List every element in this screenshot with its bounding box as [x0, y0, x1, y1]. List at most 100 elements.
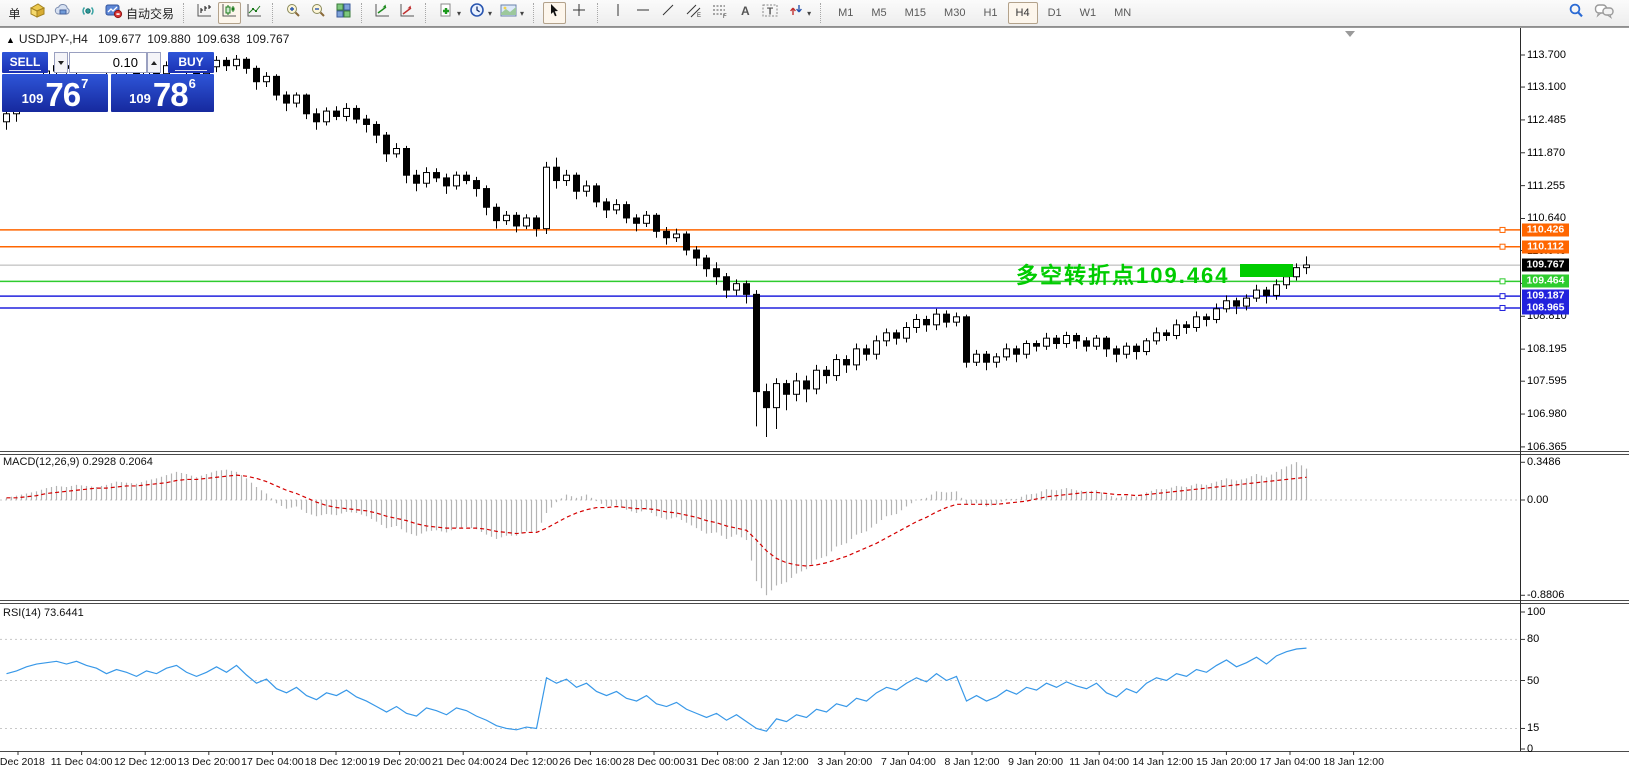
candle-bullish [1224, 301, 1230, 309]
chart-canvas[interactable] [0, 27, 1629, 776]
trendline-button[interactable] [657, 2, 680, 24]
timeframe-button-m1[interactable]: M1 [830, 2, 861, 24]
candle-bullish [1064, 336, 1070, 344]
add-indicator-button[interactable]: ▾ [435, 2, 464, 24]
candle-bearish [514, 215, 520, 226]
market-watch-button[interactable] [51, 2, 75, 24]
yellow-book-icon [29, 2, 46, 24]
candle-bullish [1174, 325, 1180, 336]
candle-bearish [274, 76, 280, 95]
candle-bearish [784, 384, 790, 395]
timeframe-button-h4[interactable]: H4 [1008, 2, 1038, 24]
annotation-text[interactable]: 多空转折点109.464 [1016, 258, 1230, 290]
hline-handle[interactable] [1500, 294, 1505, 299]
candle-bearish [964, 317, 970, 362]
candle-bearish [984, 354, 990, 362]
close-value: 109.767 [246, 32, 289, 46]
arrows-button[interactable]: ▾ [785, 2, 814, 24]
timeframe-button-d1[interactable]: D1 [1040, 2, 1070, 24]
candle-bullish [994, 357, 1000, 362]
new-order-label: 单 [8, 5, 20, 22]
candlestick-icon [221, 2, 238, 24]
candle-bearish [494, 207, 500, 220]
chart-shift-marker[interactable] [1345, 31, 1355, 37]
candle-bullish [884, 333, 890, 341]
candle-bullish [974, 354, 980, 362]
text-button[interactable]: A [734, 2, 756, 24]
tile-windows-button[interactable] [332, 2, 355, 24]
chat-button[interactable] [1591, 2, 1618, 24]
candle-bearish [1054, 338, 1060, 343]
sell-price-prefix: 109 [22, 91, 44, 106]
vertical-line-button[interactable] [607, 2, 630, 24]
timeframe-button-m30[interactable]: M30 [936, 2, 973, 24]
candle-bullish [454, 175, 460, 186]
candle-bearish [744, 284, 750, 295]
sell-button[interactable]: SELL [2, 52, 48, 73]
hline-handle[interactable] [1500, 227, 1505, 232]
candle-bearish [704, 258, 710, 269]
buy-price-sup: 6 [189, 76, 196, 91]
candle-bullish [794, 381, 800, 394]
channel-icon: E [685, 2, 703, 24]
candle-bullish [324, 111, 330, 122]
low-value: 109.638 [197, 32, 240, 46]
periods-button[interactable]: ▾ [466, 2, 495, 24]
sell-price-box[interactable]: 109767 [2, 74, 108, 112]
annotation-highlight-box[interactable] [1240, 264, 1293, 277]
zoom-out-button[interactable] [307, 2, 330, 24]
candle-bullish [1304, 265, 1310, 268]
hline-handle[interactable] [1500, 244, 1505, 249]
cursor-button[interactable] [543, 2, 566, 24]
candle-bearish [354, 108, 360, 119]
chat-icon [1594, 2, 1615, 25]
timeframe-button-mn[interactable]: MN [1106, 2, 1139, 24]
equidistant-channel-button[interactable]: E [682, 2, 706, 24]
candle-bearish [534, 218, 540, 229]
indicator-window-button[interactable] [371, 2, 394, 24]
candle-bullish [1194, 317, 1200, 328]
candle-bearish [404, 149, 410, 176]
buy-price-box[interactable]: 109786 [111, 74, 214, 112]
crosshair-button[interactable] [568, 2, 591, 24]
timeframe-button-w1[interactable]: W1 [1072, 2, 1105, 24]
collapse-arrow-icon[interactable]: ▲ [6, 35, 15, 45]
candle-bearish [374, 124, 380, 135]
candle-bullish [1094, 338, 1100, 346]
buy-button[interactable]: BUY [168, 52, 214, 73]
candle-bearish [1114, 349, 1120, 354]
candle-bullish [734, 284, 740, 290]
buy-button-label: BUY [178, 55, 203, 69]
signals-button[interactable] [77, 2, 100, 24]
bar-chart-button[interactable] [193, 2, 216, 24]
timeframe-button-m5[interactable]: M5 [863, 2, 894, 24]
line-chart-button[interactable] [243, 2, 266, 24]
hline-handle[interactable] [1500, 305, 1505, 310]
line-chart-icon [246, 2, 263, 24]
candle-bullish [834, 360, 840, 376]
zoom-in-button[interactable] [282, 2, 305, 24]
zoom-out-icon [310, 2, 327, 24]
lot-increase-button[interactable] [147, 52, 161, 73]
lot-size-input[interactable] [69, 52, 147, 73]
timeframe-button-m15[interactable]: M15 [897, 2, 934, 24]
candle-bearish [694, 250, 700, 258]
candle-bearish [764, 392, 770, 408]
autotrading-button[interactable]: 自动交易 [102, 2, 177, 24]
svg-text:E: E [697, 13, 701, 19]
candle-bearish [924, 319, 930, 324]
new-order-button[interactable]: 单 [2, 2, 24, 24]
search-button[interactable] [1564, 2, 1589, 24]
candle-bullish [344, 108, 350, 116]
fibonacci-button[interactable]: F [708, 2, 732, 24]
chart-window-button[interactable] [26, 2, 49, 24]
rsi-line [7, 648, 1307, 731]
lot-decrease-button[interactable] [54, 52, 68, 73]
candlestick-chart-button[interactable] [218, 2, 241, 24]
horizontal-line-button[interactable] [632, 2, 655, 24]
timeframe-button-h1[interactable]: H1 [975, 2, 1005, 24]
text-label-button[interactable]: T [758, 2, 783, 24]
hline-handle[interactable] [1500, 279, 1505, 284]
indicator-window-alt-button[interactable] [396, 2, 419, 24]
templates-button[interactable]: ▾ [497, 2, 527, 24]
